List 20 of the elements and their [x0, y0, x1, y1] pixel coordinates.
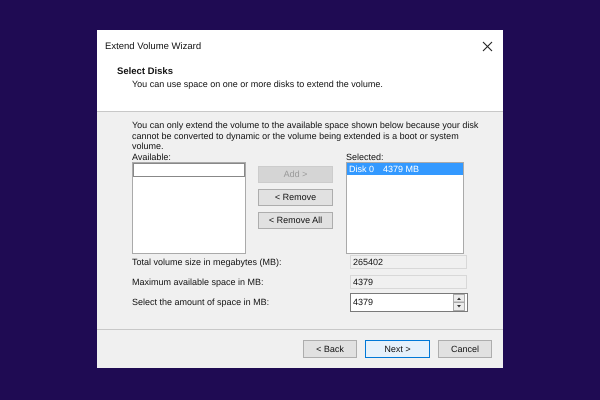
spinner-arrows-icon[interactable]: [453, 294, 465, 310]
field-label: Select the amount of space in MB:: [132, 297, 270, 307]
page-title: Select Disks: [117, 66, 174, 77]
close-icon[interactable]: [482, 40, 493, 52]
readonly-field: 4379: [350, 275, 467, 289]
wizard-button[interactable]: Next >: [365, 340, 430, 358]
transfer-button[interactable]: < Remove All: [258, 212, 333, 228]
available-list[interactable]: [132, 162, 246, 254]
field-label: Total volume size in megabytes (MB):: [132, 257, 283, 267]
available-label: Available:: [132, 152, 172, 162]
window-title: Extend Volume Wizard: [105, 40, 202, 52]
wizard-button[interactable]: Cancel: [438, 340, 492, 358]
selected-label: Selected:: [346, 152, 385, 162]
transfer-button[interactable]: < Remove: [258, 188, 333, 206]
field-label: Maximum available space in MB:: [132, 277, 265, 287]
amount-input-field[interactable]: 4379: [350, 292, 468, 312]
page-subtitle: You can use space on one or more disks to extend the volume.: [131, 79, 384, 89]
info-text: You can only extend the volume to the available space shown below because your disk cannot be converted to dynamic or the volume being extended is a boot or system volume.: [132, 120, 480, 152]
wizard-button[interactable]: < Back: [303, 340, 357, 358]
readonly-field: 265402: [350, 255, 467, 269]
